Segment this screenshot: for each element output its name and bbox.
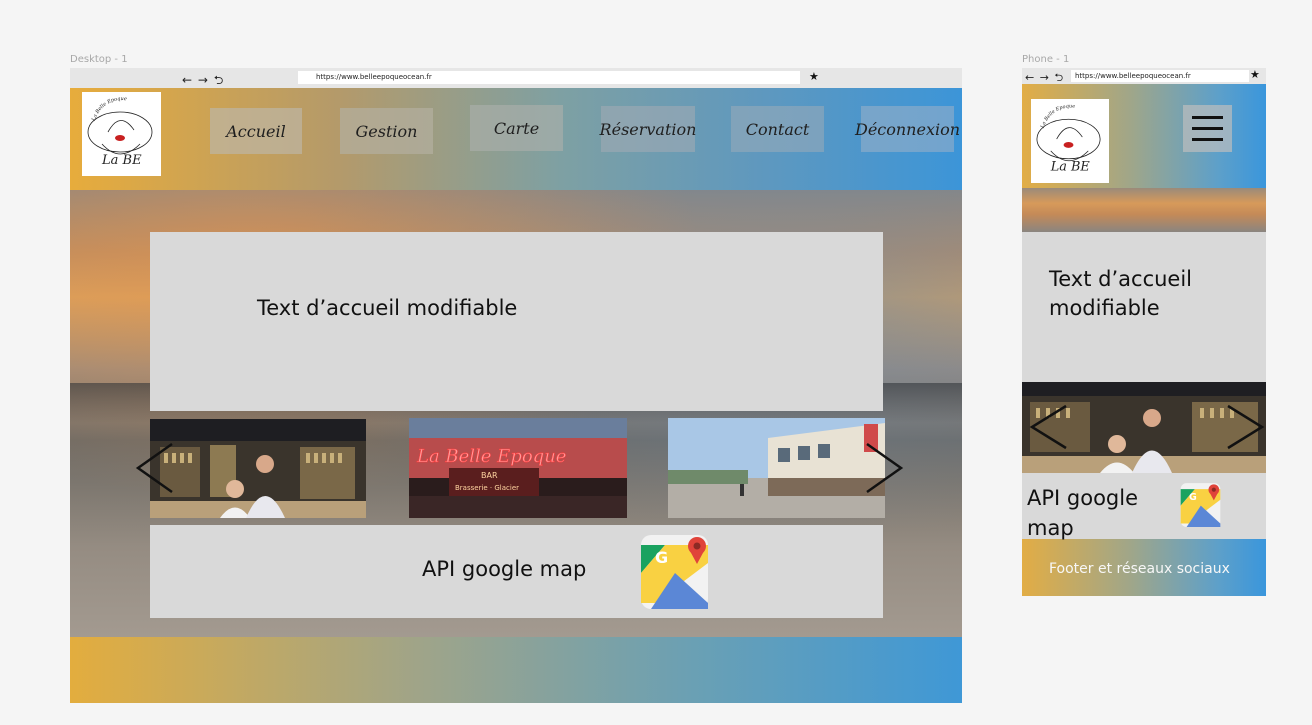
nav-deconnexion[interactable]: Déconnexion [855,106,960,152]
star-icon[interactable]: ★ [809,70,819,83]
google-maps-icon[interactable]: G [641,533,708,609]
phone-star-icon[interactable]: ★ [1250,68,1260,81]
phone-browser-bar: ← → ⮌ https://www.belleepoqueocean.fr ★ [1022,68,1266,84]
phone-chevron-right-icon[interactable] [1224,402,1266,452]
map-panel[interactable]: API google map [150,525,883,618]
phone-hat-logo-icon: La Belle Epoque La BE [1036,103,1101,175]
phone-welcome-text[interactable]: Text d’accueil modifiable [1049,265,1192,323]
phone-background-image [1022,188,1266,232]
phone-url-field[interactable]: https://www.belleepoqueocean.fr [1071,70,1249,82]
nav-reservation[interactable]: Réservation [600,106,696,152]
svg-text:G: G [1189,492,1197,503]
chevron-right-icon[interactable] [861,440,905,496]
carousel-photo-street [668,418,885,518]
phone-google-maps-icon[interactable]: G [1178,482,1223,527]
phone-logo[interactable]: La Belle Epoque La BE [1031,99,1109,183]
nav-contact[interactable]: Contact [731,106,824,152]
desktop-footer-band [70,637,962,703]
desktop-page: La Belle Epoque La BE Accueil Gestion Ca… [70,88,962,703]
phone-welcome-line-1: Text d’accueil [1049,267,1193,291]
desktop-browser-bar: ← → ⮌ https://www.belleepoqueocean.fr ★ [70,68,962,88]
welcome-panel[interactable]: Text d’accueil modifiable [150,232,883,411]
carousel-photo-bar [150,419,366,518]
nav-gestion[interactable]: Gestion [340,108,433,154]
phone-footer-text[interactable]: Footer et réseaux sociaux [1049,561,1230,577]
svg-text:La BE: La BE [101,153,142,168]
svg-text:La BE: La BE [1050,160,1091,175]
hat-logo-icon: La Belle Epoque La BE [87,96,153,168]
phone-map-line-2: map [1027,516,1074,540]
phone-frame-label: Phone - 1 [1022,54,1070,65]
phone-chevron-left-icon[interactable] [1028,402,1070,452]
carousel-photo-sign: La Belle Epoque BAR Brasserie · Glacier [409,418,627,518]
phone-welcome-line-2: modifiable [1049,296,1160,320]
welcome-text[interactable]: Text d’accueil modifiable [257,296,517,320]
svg-text:G: G [655,548,668,567]
map-text: API google map [422,557,587,581]
chevron-left-icon[interactable] [134,440,178,496]
phone-page: La Belle Epoque La BE Text d’accueil mod… [1022,84,1266,596]
logo[interactable]: La Belle Epoque La BE [82,92,161,176]
phone-map-panel[interactable]: API google map [1022,473,1266,540]
phone-map-text: API google map [1027,483,1138,543]
url-field[interactable]: https://www.belleepoqueocean.fr [298,71,800,84]
nav-carte[interactable]: Carte [470,105,563,151]
svg-text:La Belle Epoque: La Belle Epoque [416,446,566,467]
phone-welcome-panel[interactable]: Text d’accueil modifiable [1022,232,1266,382]
svg-text:Brasserie · Glacier: Brasserie · Glacier [455,484,519,492]
svg-text:BAR: BAR [481,471,498,480]
phone-map-line-1: API google [1027,486,1139,510]
nav-accueil[interactable]: Accueil [210,108,302,154]
hamburger-menu-icon[interactable] [1183,105,1232,152]
desktop-frame-label: Desktop - 1 [70,54,128,65]
